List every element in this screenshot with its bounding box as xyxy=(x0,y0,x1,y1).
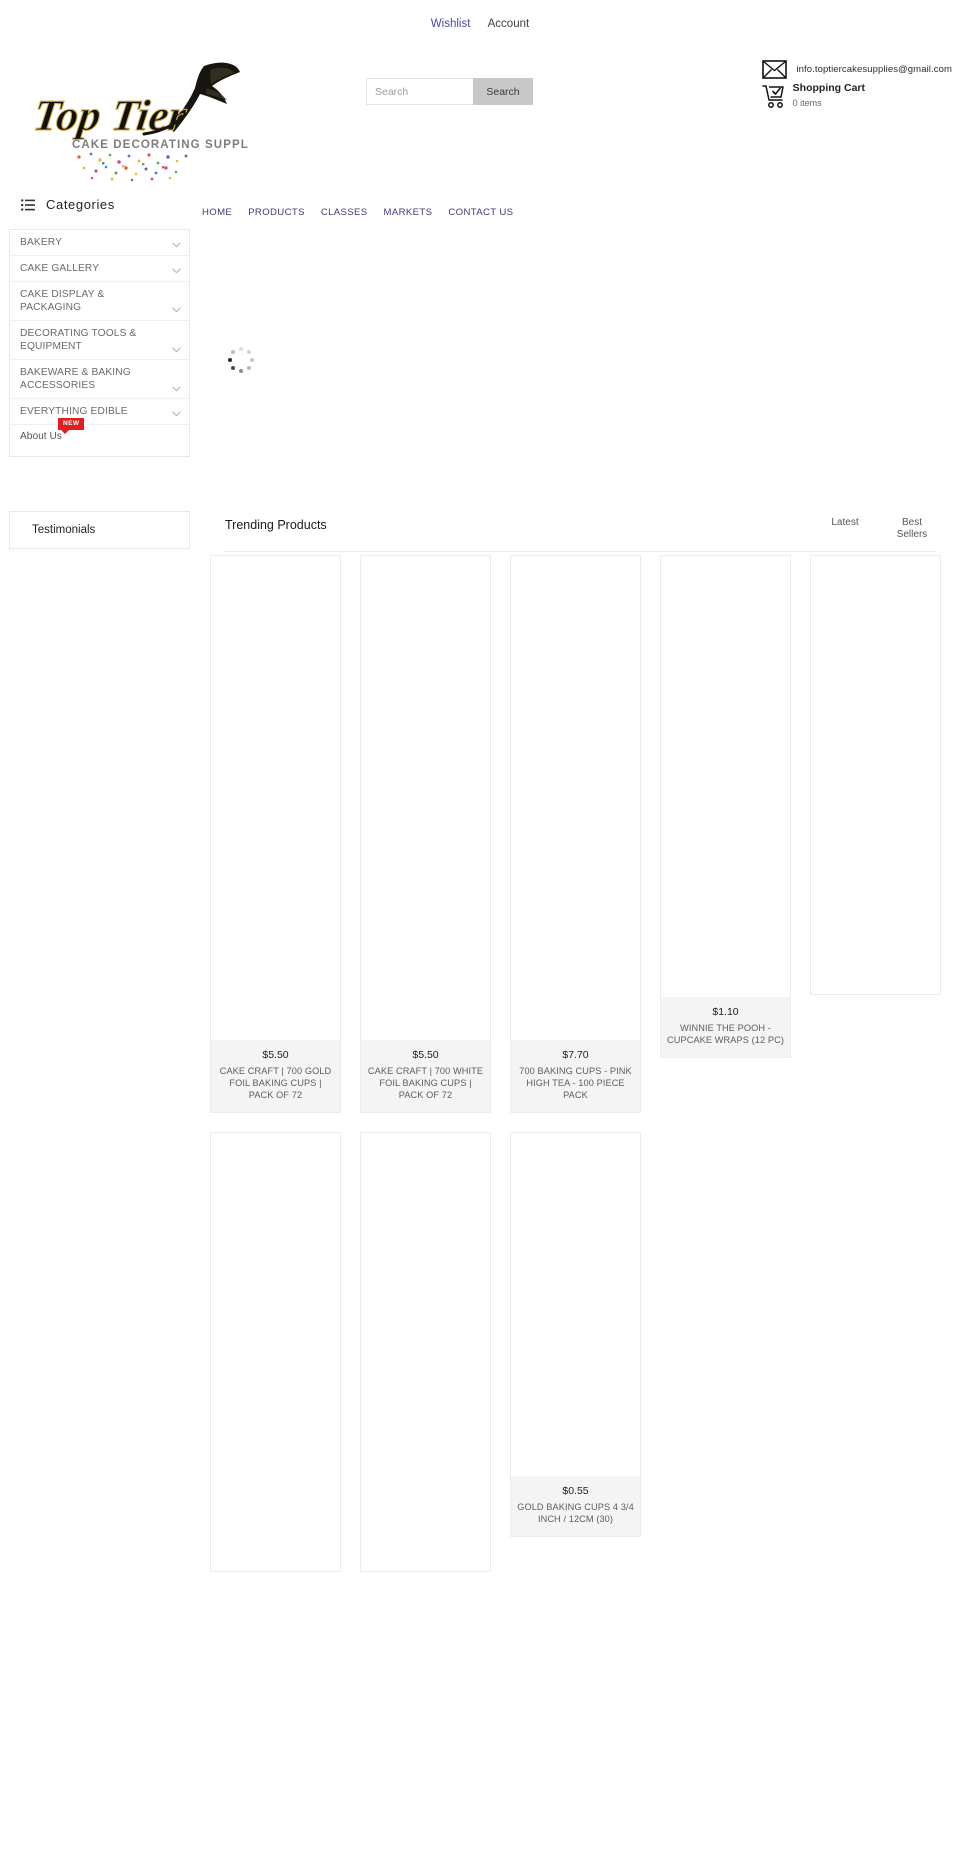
hero-banner-area xyxy=(200,235,960,480)
product-price: $7.70 xyxy=(562,1049,589,1061)
trending-products-title: Trending Products xyxy=(225,518,327,532)
chevron-down-icon xyxy=(172,242,181,248)
site-logo[interactable]: Top Tier CAKE DECORATING SUPPLIES xyxy=(34,58,249,183)
nav-item-products[interactable]: PRODUCTS xyxy=(246,204,307,221)
product-info: $0.55 GOLD BAKING CUPS 4 3/4 INCH / 12CM… xyxy=(511,1476,640,1536)
search-form: Search xyxy=(366,78,533,105)
cart-item-count: 0 items xyxy=(792,98,822,108)
svg-text:Top Tier: Top Tier xyxy=(34,91,190,140)
category-list: BAKERY CAKE GALLERY CAKE DISPLAY & PACKA… xyxy=(9,229,190,457)
category-label: BAKERY xyxy=(20,237,63,248)
nav-item-classes[interactable]: CLASSES xyxy=(319,204,370,221)
product-grid: $5.50 CAKE CRAFT | 700 GOLD FOIL BAKING … xyxy=(210,555,960,1572)
product-image xyxy=(511,556,640,1040)
svg-text:CAKE DECORATING SUPPLIES: CAKE DECORATING SUPPLIES xyxy=(72,139,249,151)
shopping-cart[interactable]: Shopping Cart 0 items xyxy=(761,82,865,110)
cart-title: Shopping Cart xyxy=(792,82,865,94)
product-info: $1.10 WINNIE THE POOH - CUPCAKE WRAPS (1… xyxy=(661,997,790,1057)
envelope-icon xyxy=(762,59,788,79)
product-card[interactable] xyxy=(210,1132,341,1572)
product-card[interactable] xyxy=(360,1132,491,1572)
testimonials-panel[interactable]: Testimonials xyxy=(9,511,190,549)
categories-title: Categories xyxy=(46,197,115,212)
email-address: info.toptiercakesupplies@gmail.com xyxy=(796,63,952,75)
product-info: $5.50 CAKE CRAFT | 700 WHITE FOIL BAKING… xyxy=(361,1040,490,1112)
product-name: CAKE CRAFT | 700 GOLD FOIL BAKING CUPS |… xyxy=(219,1066,332,1100)
testimonials-title: Testimonials xyxy=(32,524,96,536)
product-price: $5.50 xyxy=(412,1049,439,1061)
product-name: CAKE CRAFT | 700 WHITE FOIL BAKING CUPS … xyxy=(367,1066,484,1100)
categories-header[interactable]: Categories xyxy=(21,197,115,212)
category-label: BAKEWARE & BAKING ACCESSORIES xyxy=(20,367,131,391)
category-item-everything-edible[interactable]: EVERYTHING EDIBLE xyxy=(10,399,189,425)
main-navigation: HOME PRODUCTS CLASSES MARKETS CONTACT US xyxy=(200,204,515,221)
category-label: CAKE GALLERY xyxy=(20,263,100,274)
product-name: WINNIE THE POOH - CUPCAKE WRAPS (12 PC) xyxy=(667,1023,784,1045)
category-item-about-us[interactable]: About Us NEW xyxy=(10,418,189,450)
tab-best-sellers[interactable]: Best Sellers xyxy=(889,517,935,541)
product-price: $0.55 xyxy=(562,1485,589,1497)
product-image xyxy=(361,556,490,1040)
category-item-bakeware-baking-accessories[interactable]: BAKEWARE & BAKING ACCESSORIES xyxy=(10,360,189,399)
product-card[interactable]: $7.70 700 BAKING CUPS - PINK HIGH TEA - … xyxy=(510,555,641,1113)
product-image xyxy=(211,556,340,1040)
category-item-cake-display-packaging[interactable]: CAKE DISPLAY & PACKAGING xyxy=(10,282,189,321)
product-card[interactable] xyxy=(810,555,941,995)
product-image xyxy=(811,556,940,994)
product-info: $5.50 CAKE CRAFT | 700 GOLD FOIL BAKING … xyxy=(211,1040,340,1112)
chevron-down-icon xyxy=(172,347,181,353)
logo-graphic: Top Tier CAKE DECORATING SUPPLIES xyxy=(34,62,249,182)
account-link[interactable]: Account xyxy=(488,18,530,30)
product-card[interactable]: $1.10 WINNIE THE POOH - CUPCAKE WRAPS (1… xyxy=(660,555,791,1058)
category-item-bakery[interactable]: BAKERY xyxy=(10,230,189,256)
search-input[interactable] xyxy=(366,78,473,105)
product-card[interactable]: $5.50 CAKE CRAFT | 700 WHITE FOIL BAKING… xyxy=(360,555,491,1113)
product-info: $7.70 700 BAKING CUPS - PINK HIGH TEA - … xyxy=(511,1040,640,1112)
product-price: $5.50 xyxy=(262,1049,289,1061)
product-image xyxy=(361,1133,490,1571)
category-item-cake-gallery[interactable]: CAKE GALLERY xyxy=(10,256,189,282)
product-card[interactable]: $5.50 CAKE CRAFT | 700 GOLD FOIL BAKING … xyxy=(210,555,341,1113)
loading-spinner-icon xyxy=(228,347,254,373)
chevron-down-icon xyxy=(172,411,181,417)
chevron-down-icon xyxy=(172,386,181,392)
category-label: EVERYTHING EDIBLE xyxy=(20,406,128,417)
about-us-label: About Us xyxy=(20,431,62,442)
wishlist-link[interactable]: Wishlist xyxy=(431,18,471,30)
product-image xyxy=(661,556,790,997)
list-icon xyxy=(21,198,35,211)
chevron-down-icon xyxy=(172,307,181,313)
nav-item-markets[interactable]: MARKETS xyxy=(382,204,435,221)
category-item-decorating-tools-equipment[interactable]: DECORATING TOOLS & EQUIPMENT xyxy=(10,321,189,360)
trending-tabs: Latest Best Sellers xyxy=(821,517,935,541)
nav-item-contact-us[interactable]: CONTACT US xyxy=(446,204,515,221)
product-card[interactable]: $0.55 GOLD BAKING CUPS 4 3/4 INCH / 12CM… xyxy=(510,1132,641,1537)
category-label: CAKE DISPLAY & PACKAGING xyxy=(20,289,105,313)
trending-products-header: Trending Products Latest Best Sellers xyxy=(225,517,935,552)
search-button[interactable]: Search xyxy=(473,78,533,105)
product-name: 700 BAKING CUPS - PINK HIGH TEA - 100 PI… xyxy=(519,1066,632,1100)
nav-item-home[interactable]: HOME xyxy=(200,204,234,221)
product-image xyxy=(211,1133,340,1571)
product-image xyxy=(511,1133,640,1476)
new-badge: NEW xyxy=(58,418,85,434)
product-name: GOLD BAKING CUPS 4 3/4 INCH / 12CM (30) xyxy=(517,1502,634,1524)
contact-email[interactable]: info.toptiercakesupplies@gmail.com xyxy=(762,58,952,80)
category-label: DECORATING TOOLS & EQUIPMENT xyxy=(20,328,137,352)
product-price: $1.10 xyxy=(712,1006,739,1018)
chevron-down-icon xyxy=(172,268,181,274)
utility-bar: Wishlist Account xyxy=(0,18,960,30)
tab-latest[interactable]: Latest xyxy=(821,517,869,529)
cart-icon xyxy=(761,85,784,108)
